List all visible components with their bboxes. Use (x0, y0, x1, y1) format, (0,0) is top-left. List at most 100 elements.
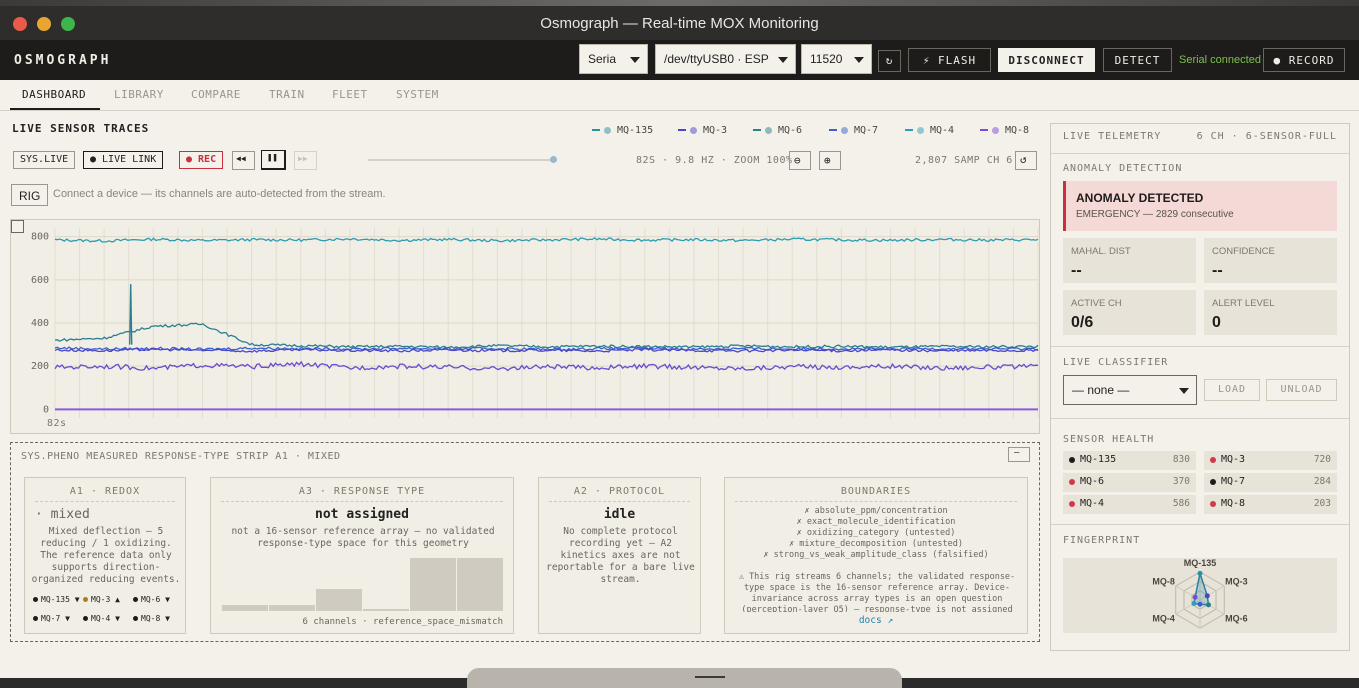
baud-select[interactable]: 11520 (801, 44, 872, 74)
response-bar (410, 558, 456, 611)
divider (1051, 418, 1349, 419)
zoom-out-icon: ⊖ (794, 154, 801, 167)
bottom-drawer-handle[interactable] (467, 668, 902, 688)
transport-select-value: Seria (588, 52, 617, 66)
tab-dashboard[interactable]: DASHBOARD (22, 88, 86, 101)
tab-train[interactable]: TRAIN (269, 88, 305, 101)
zoom-out-button[interactable]: ⊖ (789, 151, 811, 170)
detect-button[interactable]: DETECT (1103, 48, 1172, 72)
load-button[interactable]: LOAD (1204, 379, 1260, 401)
transport-select[interactable]: Seria (579, 44, 648, 74)
reset-view-button[interactable]: ↺ (1015, 151, 1037, 170)
tab-compare[interactable]: COMPARE (191, 88, 241, 101)
legend-item-mq7[interactable]: MQ-7 (829, 125, 878, 136)
legend-label: MQ-6 (778, 125, 803, 136)
metric-label: CONFIDENCE (1212, 246, 1275, 257)
legend-swatch (753, 129, 761, 131)
live-link-toggle[interactable]: ● LIVE LINK (83, 151, 164, 169)
refresh-icon: ↻ (885, 54, 894, 67)
redox-dot (33, 597, 38, 602)
rec-button[interactable]: ● REC (179, 151, 224, 169)
legend-swatch (592, 129, 600, 131)
response-bars (222, 556, 503, 611)
response-type-card: A3 · RESPONSE TYPE not assigned not a 16… (210, 477, 514, 634)
sensor-trace-chart[interactable]: 800 600 400 200 0 82s (10, 219, 1040, 434)
response-value: not assigned (315, 507, 409, 522)
metric-active-ch: ACTIVE CH 0/6 (1063, 290, 1196, 335)
radar-point (1197, 570, 1203, 576)
port-select[interactable]: /dev/ttyUSB0 · ESP (655, 44, 796, 74)
legend-item-mq135[interactable]: MQ-135 (592, 125, 653, 136)
scrub-slider[interactable] (368, 156, 557, 163)
divider (549, 501, 690, 502)
classifier-select-value: — none — (1072, 383, 1130, 397)
fingerprint-radar: MQ-135 MQ-3 MQ-6 MQ-7 MQ-4 MQ-8 (1063, 558, 1337, 633)
legend-item-mq4[interactable]: MQ-4 (905, 125, 954, 136)
boundary-item: ✗ absolute_ppm/concentration (804, 506, 948, 516)
pause-button[interactable]: ❚❚ (261, 150, 286, 170)
forward-button[interactable]: ▶▶ (294, 151, 317, 170)
legend-swatch (980, 129, 988, 131)
series-spike (129, 284, 133, 345)
response-bar (457, 558, 503, 611)
rewind-button[interactable]: ◀◀ (232, 151, 255, 170)
boundary-item: ✗ mixture_decomposition (untested) (789, 539, 963, 549)
health-item-mq8: MQ-8 203 (1204, 495, 1337, 514)
y-tick-label: 800 (31, 232, 49, 243)
legend-item-mq8[interactable]: MQ-8 (980, 125, 1029, 136)
legend-dot (765, 126, 772, 134)
traces-svg: 800 600 400 200 0 (31, 228, 1039, 418)
metric-value: -- (1071, 262, 1082, 279)
disconnect-button[interactable]: DISCONNECT (998, 48, 1095, 72)
app-header: OSMOGRAPH Seria /dev/ttyUSB0 · ESP 11520… (0, 40, 1359, 80)
anomaly-section-title: ANOMALY DETECTION (1063, 163, 1183, 174)
health-section-title: SENSOR HEALTH (1063, 434, 1155, 445)
rig-button[interactable]: RIG (11, 184, 49, 206)
response-title: A3 · RESPONSE TYPE (298, 486, 426, 497)
legend-item-mq6[interactable]: MQ-6 (753, 125, 802, 136)
scrub-slider-handle[interactable] (550, 156, 557, 163)
forward-icon: ▶▶ (298, 154, 308, 163)
metric-mahal-dist: MAHAL. DIST -- (1063, 238, 1196, 283)
redox-chip: MQ-135 ▼ (33, 595, 83, 604)
redox-dot (133, 616, 138, 621)
fingerprint-section-title: FINGERPRINT (1063, 535, 1141, 546)
tab-fleet[interactable]: FLEET (332, 88, 368, 101)
tab-library[interactable]: LIBRARY (114, 88, 164, 101)
flash-button[interactable]: ⚡ FLASH (908, 48, 991, 72)
health-value: 284 (1313, 476, 1331, 487)
sample-count: 2,807 SAMP CH 6 (915, 155, 1013, 166)
boundaries-note: ⚠ This rig streams 6 channels; the valid… (738, 572, 1016, 612)
redox-dot (83, 616, 88, 621)
tab-system[interactable]: SYSTEM (396, 88, 439, 101)
record-button[interactable]: ● RECORD (1263, 48, 1345, 72)
status-dot (1069, 457, 1075, 463)
status-dot (1210, 479, 1216, 485)
legend-label: MQ-4 (930, 125, 955, 136)
legend-label: MQ-3 (703, 125, 728, 136)
legend-item-mq3[interactable]: MQ-3 (678, 125, 727, 136)
connection-status: Serial connected (1179, 54, 1261, 66)
health-value: 720 (1313, 454, 1331, 465)
unload-button[interactable]: UNLOAD (1266, 379, 1337, 401)
metric-label: ALERT LEVEL (1212, 298, 1275, 309)
sys-live-toggle[interactable]: SYS.LIVE (13, 151, 76, 169)
port-select-value: /dev/ttyUSB0 · ESP (664, 52, 769, 66)
collapse-button[interactable]: — (1008, 447, 1030, 462)
health-name: MQ-135 (1080, 454, 1117, 465)
pheno-strip: SYS.PHENO MEASURED RESPONSE-TYPE STRIP A… (10, 442, 1040, 642)
classifier-section-title: LIVE CLASSIFIER (1063, 357, 1169, 368)
refresh-ports-button[interactable]: ↻ (878, 50, 901, 72)
anomaly-alert: ANOMALY DETECTED EMERGENCY — 2829 consec… (1063, 181, 1337, 231)
redox-chip-label: MQ-8 ▼ (141, 614, 170, 623)
redox-card: A1 · REDOX · mixed Mixed deflection — 5 … (24, 477, 186, 634)
telemetry-panel: LIVE TELEMETRY 6 CH · 6-SENSOR-FULL ANOM… (1050, 123, 1350, 651)
docs-link[interactable]: docs ↗ (725, 615, 1027, 627)
classifier-select[interactable]: — none — (1063, 375, 1197, 405)
radar-point (1205, 602, 1211, 608)
zoom-in-button[interactable]: ⊕ (819, 151, 841, 170)
status-dot (1069, 479, 1075, 485)
chevron-down-icon (778, 57, 788, 63)
redox-value: · mixed (35, 507, 90, 522)
legend-label: MQ-7 (854, 125, 879, 136)
